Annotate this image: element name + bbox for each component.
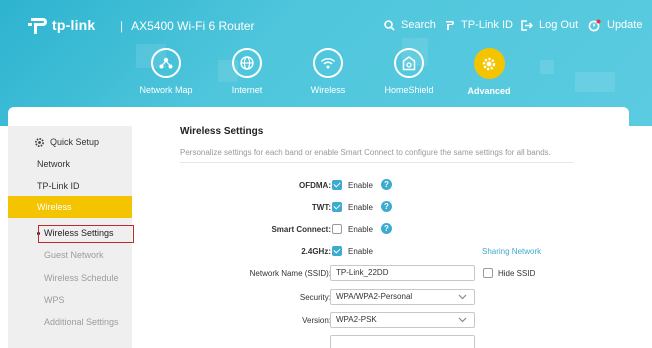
ofdma-checkbox[interactable] <box>332 180 342 190</box>
nav-label-wireless: Wireless <box>310 85 346 95</box>
logo-text: tp-link <box>52 17 96 33</box>
sidebar-sublabel-wireless-schedule: Wireless Schedule <box>44 273 119 283</box>
brand-separator: | <box>120 19 124 33</box>
security-label: Security: <box>299 293 331 302</box>
smart-connect-enable-label: Enable <box>348 225 373 234</box>
sidebar-item-quick-setup[interactable]: Quick Setup <box>8 134 132 150</box>
tplink-id-label: TP-Link ID <box>461 19 513 31</box>
sharing-network-link[interactable]: Sharing Network <box>482 247 541 256</box>
ssid-label: Network Name (SSID): <box>249 269 331 278</box>
sidebar-sublabel-guest-network: Guest Network <box>44 250 104 260</box>
sidebar-item-tplink-id[interactable]: TP-Link ID <box>8 178 132 194</box>
sidebar-sub-additional-settings[interactable]: Additional Settings <box>8 317 132 327</box>
nav-label-internet: Internet <box>231 85 263 95</box>
twt-help-icon[interactable]: ? <box>381 201 392 212</box>
hide-ssid-checkbox[interactable] <box>483 268 493 278</box>
security-value: WPA/WPA2-Personal <box>336 292 413 301</box>
gear-icon <box>473 48 505 79</box>
model-name: AX5400 Wi-Fi 6 Router <box>131 19 255 33</box>
page-subtitle: Personalize settings for each band or en… <box>180 148 551 157</box>
twt-checkbox[interactable] <box>332 202 342 212</box>
ssid-input[interactable]: TP-Link_22DD <box>330 265 475 281</box>
router-model: | AX5400 Wi-Fi 6 Router <box>120 19 255 33</box>
tplink-id-button[interactable]: TP-Link ID <box>445 17 513 33</box>
search-icon <box>384 19 395 31</box>
sidebar-sublabel-wps: WPS <box>44 295 65 305</box>
nav-homeshield[interactable]: HomeShield <box>366 48 452 95</box>
band-24ghz-checkbox[interactable] <box>332 246 342 256</box>
smart-connect-label: Smart Connect: <box>271 225 331 234</box>
nav-wireless[interactable]: Wireless <box>285 48 371 95</box>
page-title: Wireless Settings <box>180 126 264 137</box>
search-button[interactable]: Search <box>384 17 436 33</box>
sidebar: Quick Setup Network TP-Link ID Wireless … <box>8 126 134 348</box>
twt-label: TWT: <box>311 203 331 212</box>
version-select[interactable]: WPA2-PSK <box>330 312 475 328</box>
main-card: Quick Setup Network TP-Link ID Wireless … <box>8 107 629 348</box>
sidebar-label-tplink-id: TP-Link ID <box>37 181 80 191</box>
sidebar-sublabel-additional-settings: Additional Settings <box>44 317 119 327</box>
logout-icon <box>521 19 533 31</box>
version-label: Version: <box>302 316 331 325</box>
sidebar-sub-guest-network[interactable]: Guest Network <box>8 250 132 260</box>
tplink-logo: tp-link <box>28 12 95 38</box>
globe-icon <box>232 48 262 78</box>
next-field-partial[interactable] <box>330 335 475 348</box>
band-24ghz-label: 2.4GHz: <box>301 247 331 256</box>
version-value: WPA2-PSK <box>336 315 377 324</box>
nav-internet[interactable]: Internet <box>204 48 290 95</box>
tplink-logo-icon <box>28 18 47 34</box>
band-24ghz-enable-label: Enable <box>348 247 373 256</box>
ofdma-enable-label: Enable <box>348 181 373 190</box>
smart-connect-checkbox[interactable] <box>332 224 342 234</box>
search-label: Search <box>401 19 436 31</box>
sidebar-sub-wireless-schedule[interactable]: Wireless Schedule <box>8 273 132 283</box>
network-map-icon <box>151 48 181 78</box>
chevron-down-icon <box>458 294 467 300</box>
sidebar-label-network: Network <box>37 159 71 169</box>
ofdma-label: OFDMA: <box>299 181 331 190</box>
settings-panel: Wireless Settings Personalize settings f… <box>132 107 629 348</box>
chevron-down-icon <box>458 317 467 323</box>
sidebar-label-wireless: Wireless <box>37 202 72 212</box>
update-button[interactable]: Update <box>588 17 642 33</box>
wifi-icon <box>313 48 343 78</box>
title-divider <box>180 162 573 163</box>
homeshield-icon <box>394 48 424 78</box>
ofdma-help-icon[interactable]: ? <box>381 179 392 190</box>
nav-network-map[interactable]: Network Map <box>123 48 209 95</box>
nav-label-homeshield: HomeShield <box>384 85 434 95</box>
sidebar-sub-wireless-settings[interactable]: Wireless Settings <box>8 228 132 238</box>
sidebar-sub-wps[interactable]: WPS <box>8 295 132 305</box>
sidebar-label-quick-setup: Quick Setup <box>50 137 100 147</box>
update-icon <box>588 19 601 31</box>
sidebar-item-network[interactable]: Network <box>8 156 132 172</box>
tplink-id-icon <box>446 21 454 30</box>
nav-label-advanced: Advanced <box>467 86 511 96</box>
hide-ssid-label: Hide SSID <box>498 269 536 278</box>
quick-setup-gear-icon <box>35 137 44 147</box>
twt-enable-label: Enable <box>348 203 373 212</box>
sidebar-sublabel-wireless-settings: Wireless Settings <box>44 228 114 238</box>
sidebar-item-wireless[interactable]: Wireless <box>8 196 132 218</box>
update-label: Update <box>607 19 643 31</box>
nav-label-network-map: Network Map <box>139 85 193 95</box>
logout-button[interactable]: Log Out <box>521 17 578 33</box>
smart-connect-help-icon[interactable]: ? <box>381 223 392 234</box>
nav-advanced[interactable]: Advanced <box>446 48 532 96</box>
security-select[interactable]: WPA/WPA2-Personal <box>330 289 475 305</box>
logout-label: Log Out <box>539 19 579 31</box>
